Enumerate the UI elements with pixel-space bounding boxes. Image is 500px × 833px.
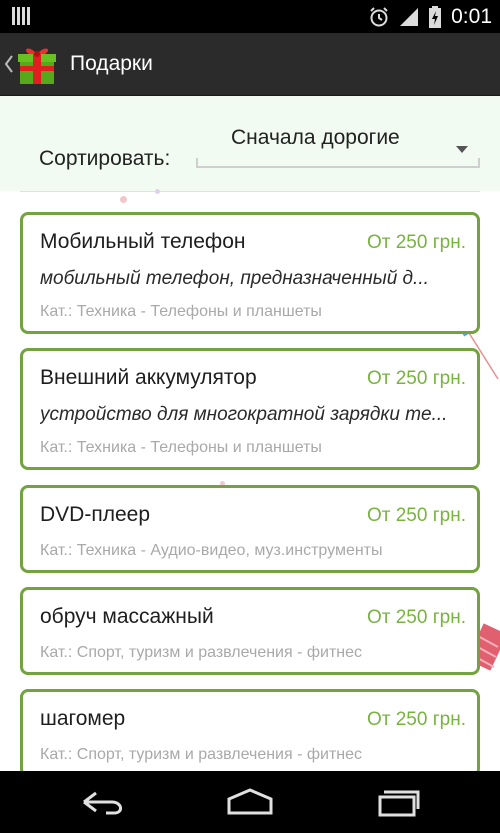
gift-card[interactable]: DVD-плеер От 250 грн. Кат.: Техника - Ау…: [20, 485, 480, 573]
gift-title: Мобильный телефон: [40, 230, 246, 253]
gift-title: DVD-плеер: [40, 503, 150, 526]
back-nav-icon[interactable]: [78, 785, 128, 819]
battery-charging-icon: [429, 5, 442, 28]
sort-panel: Сортировать: Сначала дорогие: [0, 96, 500, 191]
gift-description: мобильный телефон, предназначенный д...: [40, 268, 429, 289]
signal-icon: [400, 7, 419, 26]
confetti-decoration: [120, 196, 127, 203]
gift-category: Кат.: Техника - Телефоны и планшеты: [40, 439, 322, 456]
gift-category: Кат.: Техника - Аудио-видео, муз.инструм…: [40, 542, 383, 559]
gift-category: Кат.: Спорт, туризм и развлечения - фитн…: [40, 746, 363, 763]
dropdown-arrow-icon: [456, 146, 468, 153]
recent-apps-icon[interactable]: [372, 785, 422, 819]
home-nav-icon[interactable]: [225, 785, 275, 819]
gift-price: От 250 грн.: [366, 368, 466, 389]
gift-title: обруч массажный: [40, 605, 214, 628]
status-icons: 0:01: [368, 0, 492, 33]
gift-box-icon[interactable]: [16, 42, 58, 86]
divider: [20, 191, 480, 192]
gift-list-screen: Сортировать: Сначала дорогие Мобильный т…: [0, 96, 500, 771]
status-bar: 0:01: [0, 0, 500, 33]
gift-price: От 250 грн.: [366, 607, 466, 628]
gift-card[interactable]: шагомер От 250 грн. Кат.: Спорт, туризм …: [20, 689, 480, 771]
confetti-decoration: [155, 189, 160, 194]
gift-card[interactable]: обруч массажный От 250 грн. Кат.: Спорт,…: [20, 587, 480, 675]
page-title: Подарки: [70, 52, 153, 75]
gift-price: От 250 грн.: [366, 505, 466, 526]
navigation-bar: [0, 771, 500, 833]
clock: 0:01: [451, 4, 492, 28]
gift-card[interactable]: Мобильный телефон От 250 грн. мобильный …: [20, 212, 480, 334]
sort-selected-value: Сначала дорогие: [231, 126, 400, 149]
action-bar: Подарки: [0, 33, 500, 96]
alarm-icon: [370, 6, 388, 26]
notification-icon: [12, 7, 34, 25]
gift-card[interactable]: Внешний аккумулятор От 250 грн. устройст…: [20, 348, 480, 470]
gift-category: Кат.: Спорт, туризм и развлечения - фитн…: [40, 644, 363, 661]
gift-price: От 250 грн.: [366, 709, 466, 730]
gift-description: устройство для многократной зарядки те..…: [40, 404, 448, 425]
gift-price: От 250 грн.: [366, 232, 466, 253]
sort-dropdown[interactable]: Сначала дорогие: [196, 122, 480, 168]
gift-title: Внешний аккумулятор: [40, 366, 257, 389]
gift-category: Кат.: Техника - Телефоны и планшеты: [40, 303, 322, 320]
sort-label: Сортировать:: [39, 147, 171, 170]
gift-title: шагомер: [40, 707, 126, 730]
chevron-left-icon[interactable]: [4, 53, 14, 75]
